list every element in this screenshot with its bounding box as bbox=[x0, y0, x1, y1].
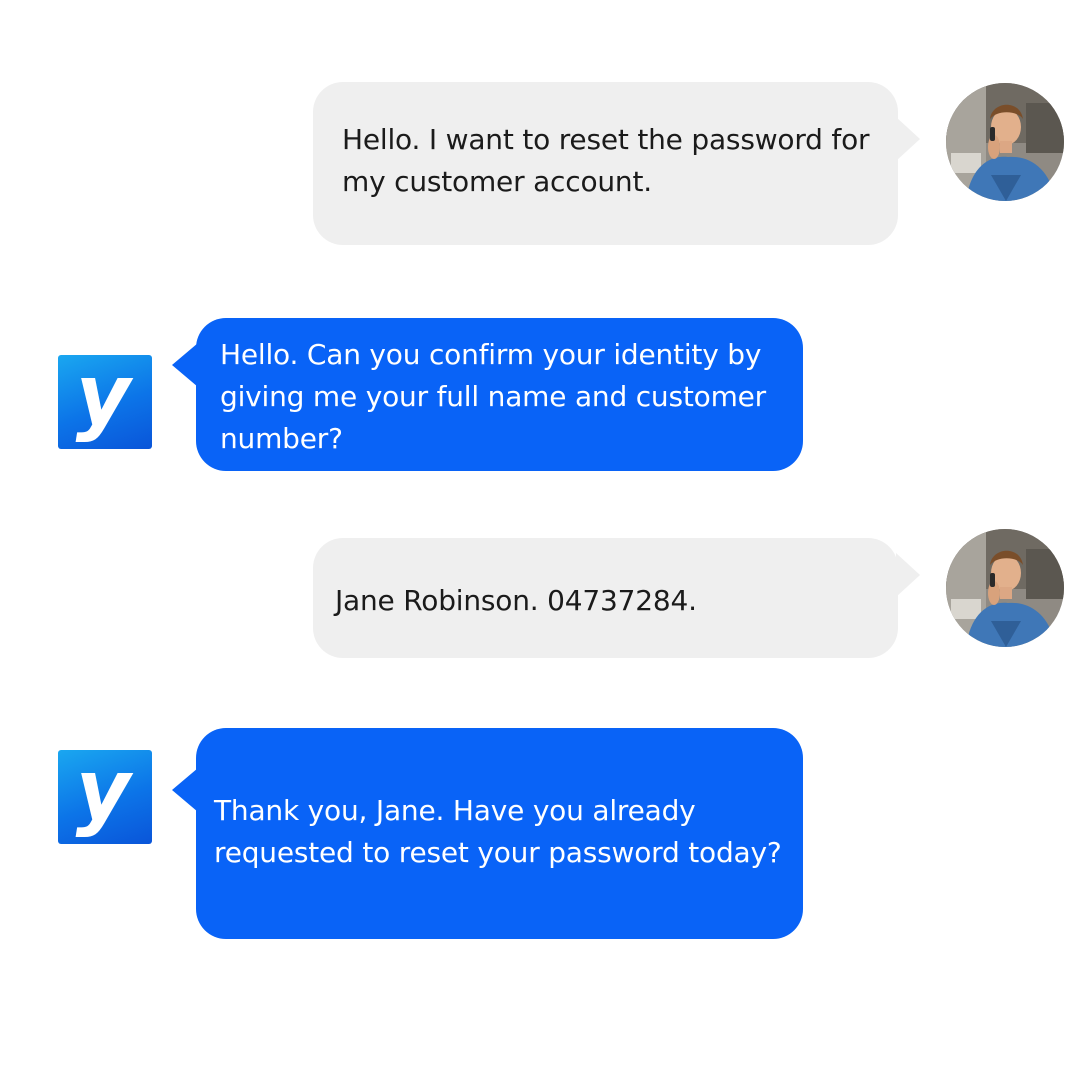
message-text: Hello. Can you confirm your identity by … bbox=[220, 338, 766, 455]
user-avatar bbox=[946, 529, 1064, 647]
user-avatar-photo bbox=[946, 529, 1064, 647]
bot-logo-icon: y bbox=[58, 750, 152, 844]
user-message-bubble: Hello. I want to reset the password for … bbox=[313, 82, 920, 245]
bot-logo-letter: y bbox=[75, 750, 131, 839]
user-avatar bbox=[946, 83, 1064, 201]
bot-message-bubble: Thank you, Jane. Have you already reques… bbox=[172, 728, 803, 939]
message-text: Jane Robinson. 04737284. bbox=[335, 584, 697, 617]
bot-message-bubble: Hello. Can you confirm your identity by … bbox=[172, 318, 803, 471]
bubble-tail bbox=[172, 343, 198, 387]
user-message-bubble: Jane Robinson. 04737284. bbox=[313, 538, 920, 658]
bubble-tail bbox=[896, 117, 920, 161]
bubble-tail bbox=[172, 768, 198, 812]
message-text: Thank you, Jane. Have you already reques… bbox=[214, 794, 782, 869]
bubble-tail bbox=[896, 553, 920, 597]
bot-logo-letter: y bbox=[75, 355, 131, 444]
message-text: Hello. I want to reset the password for … bbox=[342, 123, 870, 198]
user-avatar-photo bbox=[946, 83, 1064, 201]
bot-logo-icon: y bbox=[58, 355, 152, 449]
